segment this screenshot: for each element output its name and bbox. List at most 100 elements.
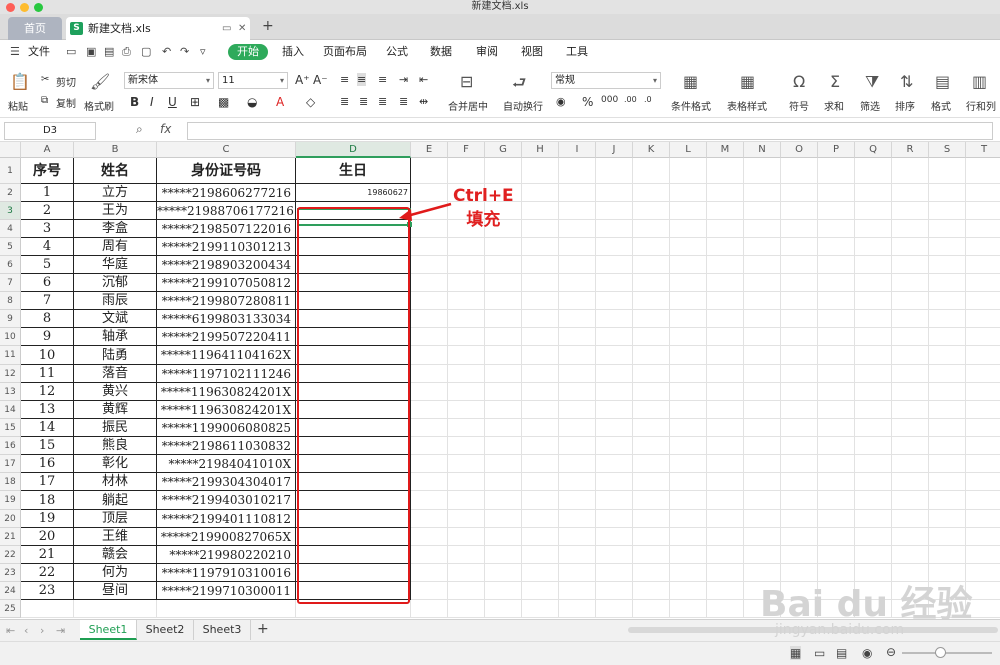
grid-cell[interactable]	[855, 220, 892, 238]
grid-cell[interactable]	[707, 491, 744, 510]
justify-icon[interactable]: ≣	[399, 95, 408, 108]
grid-cell[interactable]	[522, 510, 559, 528]
grid-cell[interactable]	[448, 274, 485, 292]
align-middle-icon[interactable]: ≡	[357, 73, 367, 86]
grid-cell[interactable]	[559, 582, 596, 600]
last-sheet-icon[interactable]: ⇥	[56, 624, 65, 637]
grid-cell[interactable]	[855, 491, 892, 510]
grid-cell[interactable]	[707, 238, 744, 256]
menu-view[interactable]: 视图	[521, 44, 543, 60]
grid-cell[interactable]	[744, 202, 781, 220]
table-cell[interactable]: 躺起	[74, 491, 157, 510]
table-cell[interactable]: 陆勇	[74, 346, 157, 365]
grid-cell[interactable]	[966, 510, 1000, 528]
grid-cell[interactable]	[633, 510, 670, 528]
grid-cell[interactable]	[559, 274, 596, 292]
zoom-out-icon[interactable]: ⊖	[886, 645, 896, 659]
grid-cell[interactable]	[855, 365, 892, 383]
grid-cell[interactable]	[966, 328, 1000, 346]
grid-cell[interactable]	[522, 158, 559, 184]
close-window-button[interactable]	[6, 3, 15, 12]
column-header-e[interactable]: E	[411, 142, 448, 158]
column-header-m[interactable]: M	[707, 142, 744, 158]
grid-cell[interactable]	[781, 274, 818, 292]
align-top-icon[interactable]: ≡	[340, 73, 349, 86]
grid-cell[interactable]	[670, 202, 707, 220]
grid-cell[interactable]	[744, 383, 781, 401]
menu-insert[interactable]: 插入	[282, 44, 304, 60]
table-cell[interactable]: *****2199507220411	[157, 328, 296, 346]
grid-cell[interactable]	[744, 401, 781, 419]
grid-cell[interactable]	[929, 256, 966, 274]
grid-cell[interactable]	[892, 274, 929, 292]
grid-cell[interactable]	[966, 455, 1000, 473]
grid-cell[interactable]	[596, 292, 633, 310]
table-style-icon[interactable]: ▦	[740, 72, 755, 91]
header-cell[interactable]: 姓名	[74, 158, 157, 184]
grid-cell[interactable]	[633, 202, 670, 220]
grid-cell[interactable]	[448, 328, 485, 346]
filter-icon[interactable]: ⧩	[865, 72, 879, 92]
grid-cell[interactable]	[892, 158, 929, 184]
table-cell[interactable]: 18	[21, 491, 74, 510]
grid-cell[interactable]	[670, 491, 707, 510]
grid-cell[interactable]	[522, 220, 559, 238]
grid-cell[interactable]	[707, 564, 744, 582]
grid-cell[interactable]	[633, 365, 670, 383]
border-icon[interactable]: ⊞	[190, 95, 200, 109]
currency-icon[interactable]: ◉	[556, 95, 566, 108]
fill-color-icon[interactable]: ▩	[218, 95, 229, 109]
increase-font-icon[interactable]: A⁺	[295, 73, 310, 87]
grid-cell[interactable]	[707, 528, 744, 546]
grid-cell[interactable]	[485, 365, 522, 383]
grid-cell[interactable]	[855, 383, 892, 401]
grid-cell[interactable]	[818, 202, 855, 220]
grid-cell[interactable]	[633, 473, 670, 491]
grid-cell[interactable]	[670, 582, 707, 600]
grid-cell[interactable]	[522, 184, 559, 202]
font-color-icon[interactable]: A	[276, 95, 284, 109]
grid-cell[interactable]	[411, 292, 448, 310]
percent-icon[interactable]: %	[582, 95, 593, 109]
grid-cell[interactable]	[818, 310, 855, 328]
table-cell[interactable]: 振民	[74, 419, 157, 437]
grid-cell[interactable]	[707, 346, 744, 365]
grid-cell[interactable]	[670, 238, 707, 256]
grid-cell[interactable]	[781, 220, 818, 238]
window-icon[interactable]: ▭	[222, 17, 231, 40]
grid-cell[interactable]	[929, 292, 966, 310]
grid-cell[interactable]	[707, 328, 744, 346]
conditional-format-button[interactable]: 条件格式	[671, 98, 711, 113]
grid-cell[interactable]	[596, 184, 633, 202]
menu-file[interactable]: 文件	[28, 44, 50, 60]
column-header-b[interactable]: B	[74, 142, 157, 158]
grid-cell[interactable]	[781, 455, 818, 473]
table-cell[interactable]: *****2199403010217	[157, 491, 296, 510]
grid-cell[interactable]	[892, 491, 929, 510]
grid-cell[interactable]	[522, 346, 559, 365]
grid-cell[interactable]	[707, 274, 744, 292]
grid-cell[interactable]	[485, 158, 522, 184]
grid-cell[interactable]	[411, 582, 448, 600]
paste-button[interactable]: 粘贴	[8, 98, 28, 113]
grid-cell[interactable]	[559, 546, 596, 564]
grid-cell[interactable]	[411, 564, 448, 582]
grid-cell[interactable]	[411, 600, 448, 618]
grid-cell[interactable]	[966, 184, 1000, 202]
merge-center-button[interactable]: 合并居中	[448, 98, 488, 113]
grid-cell[interactable]	[21, 600, 74, 618]
format-painter-button[interactable]: 格式刷	[84, 98, 114, 113]
grid-cell[interactable]	[485, 238, 522, 256]
grid-cell[interactable]	[929, 491, 966, 510]
grid-cell[interactable]	[781, 238, 818, 256]
print-preview-icon[interactable]: ▢	[141, 45, 151, 58]
grid-cell[interactable]	[485, 582, 522, 600]
table-cell[interactable]: 19	[21, 510, 74, 528]
grid-cell[interactable]	[485, 419, 522, 437]
table-cell[interactable]: 王维	[74, 528, 157, 546]
grid-cell[interactable]	[448, 419, 485, 437]
grid-cell[interactable]	[670, 473, 707, 491]
grid-cell[interactable]	[929, 473, 966, 491]
symbol-icon[interactable]: Ω	[793, 72, 805, 91]
grid-cell[interactable]	[781, 546, 818, 564]
